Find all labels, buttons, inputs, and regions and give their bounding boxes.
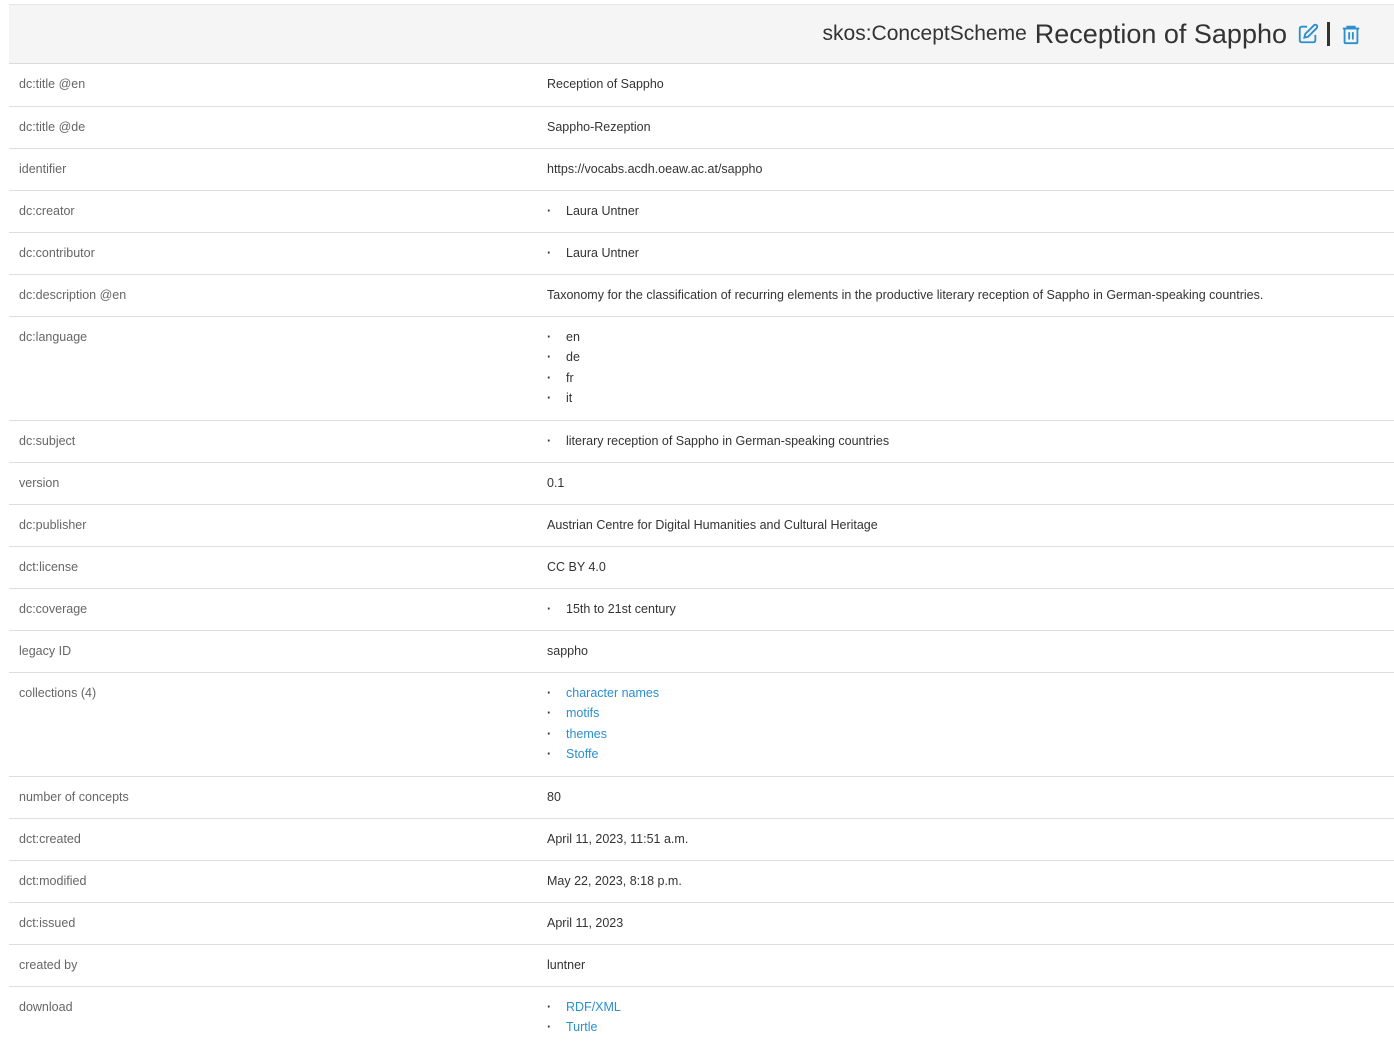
table-row: dc:publisher Austrian Centre for Digital… <box>9 504 1394 547</box>
table-row: created by luntner <box>9 944 1394 987</box>
row-key: dct:issued <box>9 902 547 945</box>
row-key: dct:modified <box>9 860 547 903</box>
table-row: dc:title @en Reception of Sappho <box>9 64 1394 107</box>
list-item: 15th to 21st century <box>547 599 1394 620</box>
row-value: 80 <box>547 789 561 804</box>
list-item: it <box>547 388 1394 409</box>
list-item: Laura Untner <box>547 201 1394 222</box>
row-key: number of concepts <box>9 776 547 819</box>
table-row: number of concepts 80 <box>9 776 1394 819</box>
row-key: dc:subject <box>9 420 547 463</box>
row-key: identifier <box>9 148 547 191</box>
row-key: dc:language <box>9 316 547 421</box>
description-value: Taxonomy for the classification of recur… <box>547 287 1264 302</box>
table-row: dc:language en de fr it <box>9 316 1394 421</box>
table-row: collections (4) character names motifs t… <box>9 672 1394 777</box>
scheme-type-label: skos:ConceptScheme <box>822 22 1027 45</box>
table-row: dc:subject literary reception of Sappho … <box>9 420 1394 463</box>
list-item: Laura Untner <box>547 243 1394 264</box>
table-row: dc:description @en Taxonomy for the clas… <box>9 274 1394 317</box>
row-key: dc:contributor <box>9 232 547 275</box>
row-key: dc:publisher <box>9 504 547 547</box>
collection-link[interactable]: Stoffe <box>566 747 598 761</box>
table-row: dct:license CC BY 4.0 <box>9 546 1394 589</box>
table-row: dc:contributor Laura Untner <box>9 232 1394 275</box>
list-item: themes <box>547 724 1394 745</box>
row-key: dc:creator <box>9 190 547 233</box>
collection-link[interactable]: themes <box>566 727 607 741</box>
download-turtle-link[interactable]: Turtle <box>566 1020 598 1034</box>
download-rdf-link[interactable]: RDF/XML <box>566 1000 621 1014</box>
list-item: fr <box>547 368 1394 389</box>
row-key: dc:coverage <box>9 588 547 631</box>
table-row: dct:issued April 11, 2023 <box>9 902 1394 945</box>
identifier-value: https://vocabs.acdh.oeaw.ac.at/sappho <box>547 161 763 176</box>
collection-link[interactable]: motifs <box>566 706 599 720</box>
list-item: Stoffe <box>547 744 1394 765</box>
row-key: dct:license <box>9 546 547 589</box>
list-item: character names <box>547 683 1394 704</box>
table-row: version 0.1 <box>9 462 1394 505</box>
row-value: Austrian Centre for Digital Humanities a… <box>547 517 878 532</box>
list-item: Turtle <box>547 1017 1394 1038</box>
table-row: dc:creator Laura Untner <box>9 190 1394 233</box>
table-row: download RDF/XML Turtle <box>9 986 1394 1042</box>
row-value: luntner <box>547 957 586 972</box>
row-key: legacy ID <box>9 630 547 673</box>
page-header: skos:ConceptScheme Reception of Sappho <box>9 4 1394 64</box>
header-divider <box>1327 22 1330 46</box>
list-item: de <box>547 347 1394 368</box>
row-key: download <box>19 999 73 1014</box>
table-row: dct:created April 11, 2023, 11:51 a.m. <box>9 818 1394 861</box>
table-row: legacy ID sappho <box>9 630 1394 673</box>
row-key: version <box>9 462 547 505</box>
row-key: dc:description @en <box>9 274 547 317</box>
row-value: sappho <box>547 643 589 658</box>
list-item: literary reception of Sappho in German-s… <box>547 431 1394 452</box>
edit-icon[interactable] <box>1297 23 1319 45</box>
table-row: dc:coverage 15th to 21st century <box>9 588 1394 631</box>
row-key: dc:title @en <box>9 64 547 107</box>
table-row: identifier https://vocabs.acdh.oeaw.ac.a… <box>9 148 1394 191</box>
row-key: dct:created <box>9 818 547 861</box>
table-row: dc:title @de Sappho-Rezeption <box>9 106 1394 149</box>
row-key: collections (4) <box>9 672 547 777</box>
concept-scheme-page: skos:ConceptScheme Reception of Sappho d… <box>9 4 1394 1042</box>
row-value: Reception of Sappho <box>547 77 664 91</box>
trash-icon[interactable] <box>1340 23 1362 45</box>
page-title: Reception of Sappho <box>1034 18 1287 49</box>
metadata-table: dc:title @en Reception of Sappho dc:titl… <box>9 64 1394 1042</box>
list-item: en <box>547 327 1394 348</box>
row-value: April 11, 2023, 11:51 a.m. <box>547 831 689 846</box>
row-value: 0.1 <box>547 475 565 490</box>
collection-link[interactable]: character names <box>566 686 659 700</box>
row-key: dc:title @de <box>9 106 547 149</box>
row-value: April 11, 2023 <box>547 915 624 930</box>
row-value: CC BY 4.0 <box>547 559 606 574</box>
list-item: motifs <box>547 703 1394 724</box>
table-row: dct:modified May 22, 2023, 8:18 p.m. <box>9 860 1394 903</box>
row-value: Sappho-Rezeption <box>547 119 651 134</box>
row-key: created by <box>9 944 547 987</box>
list-item: RDF/XML <box>547 997 1394 1018</box>
row-value: May 22, 2023, 8:18 p.m. <box>547 873 682 888</box>
